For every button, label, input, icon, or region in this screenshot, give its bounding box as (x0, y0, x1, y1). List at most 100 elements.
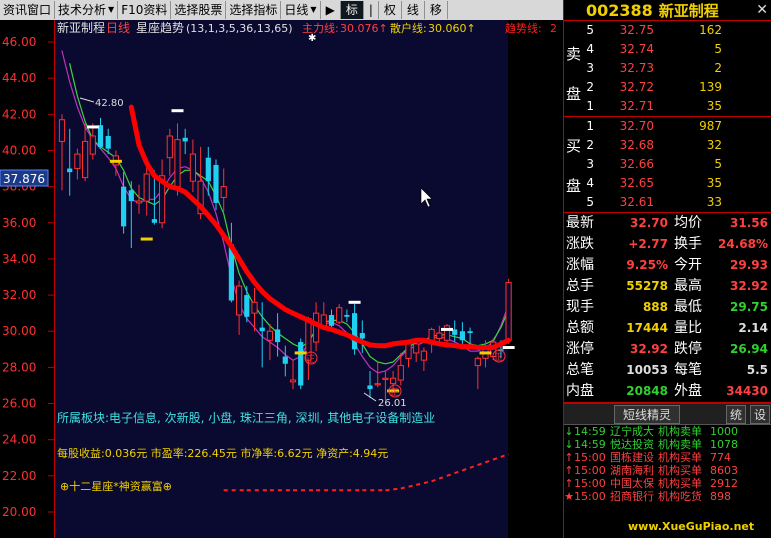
signal-mark (171, 109, 184, 113)
signal-mark (348, 300, 361, 304)
stat-value: 888 (642, 300, 668, 314)
short-line-item[interactable]: ↑ 15:00 国栋建设 机构买单 774 (564, 451, 771, 464)
y-tick-label: 22.00 (2, 469, 36, 483)
stat-label-2: 最低 (674, 299, 702, 315)
bid-volume: 33 (706, 195, 722, 209)
short-line-item[interactable]: ↑ 15:00 中国太保 机构买单 2912 (564, 477, 771, 490)
direction-icon: ★ (564, 490, 574, 503)
stat-value: 20848 (626, 384, 668, 398)
chevron-down-icon: ▼ (108, 5, 115, 14)
short-line-settings-button[interactable]: 设 (749, 404, 770, 424)
y-tick-label: 36.00 (2, 216, 36, 230)
short-line-item[interactable]: ↑ 15:00 湖南海利 机构买单 8603 (564, 464, 771, 477)
mark-button-label: 标 (345, 3, 358, 17)
y-tick-label: 44.00 (2, 71, 36, 85)
zheng-glyph: 正 (494, 353, 503, 363)
ask-row[interactable]: 3 32.73 2 (564, 59, 771, 78)
bid-price: 32.65 (619, 176, 654, 190)
item-volume: 8603 (710, 464, 738, 477)
stat-value-2: 26.94 (730, 342, 768, 356)
item-name: 湖南海利 (610, 464, 654, 477)
y-tick-label: 42.00 (2, 107, 36, 121)
toolbar-tech-analysis[interactable]: 技术分析 ▼ (55, 1, 119, 19)
toolbar-f10[interactable]: F10资料 (118, 1, 172, 19)
item-name: 悦达投资 (610, 438, 654, 451)
ask-row[interactable]: 5 32.75 162 (564, 21, 771, 40)
sell-side-label-2: 盘 (566, 85, 582, 103)
toolbar-period-select[interactable]: 日线 ▼ (281, 1, 321, 19)
ask-row[interactable]: 2 32.72 139 (564, 78, 771, 97)
bid-volume: 5 (714, 157, 722, 171)
stat-label: 涨跌 (566, 236, 594, 252)
item-volume: 1000 (710, 425, 738, 438)
short-line-item[interactable]: ↓ 14:59 辽宁成大 机构卖单 1000 (564, 425, 771, 438)
stat-value-2: 2.14 (738, 321, 768, 335)
current-price-value: 37.876 (3, 172, 45, 186)
stat-label-2: 跌停 (674, 341, 702, 357)
qushi-label: 趋势线: (505, 21, 542, 35)
rights-button[interactable]: 权 (379, 1, 402, 19)
buy-side-label-1: 买 (566, 137, 582, 155)
toolbar-select-indicator[interactable]: 选择指标 (226, 1, 282, 19)
stat-value-2: 31.56 (730, 216, 768, 230)
rights-button-label: 权 (383, 3, 396, 17)
stat-label-2: 今开 (674, 257, 702, 273)
direction-icon: ↓ (564, 425, 574, 438)
stat-label: 总笔 (566, 362, 594, 378)
high-mark-value: 42.80 (95, 98, 124, 109)
stat-label-2: 最高 (674, 278, 702, 294)
short-line-title[interactable]: 短线精灵 (614, 404, 681, 424)
stats-row: 现手 888 最低 29.75 (564, 297, 771, 318)
bid-level: 3 (586, 157, 594, 171)
stat-label-2: 每笔 (674, 362, 702, 378)
stat-value-2: 5.5 (746, 363, 768, 377)
bid-row[interactable]: 4 32.65 35 (564, 174, 771, 193)
signal-mark (140, 237, 153, 241)
kline-chart[interactable]: 46.0044.0042.0040.0038.0036.0034.0032.00… (0, 20, 563, 538)
stock-name: 新亚制程 (658, 1, 719, 20)
ask-volume: 2 (714, 61, 722, 75)
bid-row[interactable]: 3 32.66 5 (564, 155, 771, 174)
stat-value: 32.70 (630, 216, 668, 230)
stat-label: 涨停 (566, 341, 594, 357)
stat-label: 涨幅 (566, 257, 594, 273)
bid-row[interactable]: 1 32.70 987 (564, 117, 771, 136)
toolbar-f10-label: F10资料 (121, 3, 168, 17)
mark-button[interactable]: 标 (340, 1, 364, 19)
divider-button-label: | (368, 3, 373, 17)
ask-row[interactable]: 1 32.71 35 (564, 97, 771, 116)
stat-label-2: 换手 (674, 236, 702, 252)
signal-mark (109, 159, 122, 163)
bid-volume: 32 (706, 138, 722, 152)
y-tick-label: 28.00 (2, 360, 36, 374)
line-button[interactable]: 线 (402, 1, 425, 19)
item-name: 国栋建设 (610, 451, 654, 464)
short-line-item[interactable]: ★ 15:00 招商银行 机构吃货 898 (564, 490, 771, 503)
qushi-value: 2 (550, 22, 557, 35)
bid-row[interactable]: 5 32.61 33 (564, 193, 771, 212)
direction-icon: ↓ (564, 438, 574, 451)
toolbar-period-label: 日线 (284, 3, 309, 17)
short-line-header: 短线精灵 统 设 (564, 403, 771, 425)
short-line-stat-button[interactable]: 统 (725, 404, 746, 424)
stats-row: 内盘 20848 外盘 34430 (564, 381, 771, 403)
ask-price: 32.74 (619, 42, 654, 56)
zheng-glyph: 正 (390, 388, 399, 398)
stat-value: 17444 (626, 321, 668, 335)
toolbar-news-window[interactable]: 资讯窗口 (0, 1, 56, 19)
stat-value-2: 29.75 (730, 300, 768, 314)
move-button[interactable]: 移 (425, 1, 448, 19)
stats-row: 涨跌 +2.77 换手 24.68% (564, 234, 771, 255)
play-button[interactable]: ▶ (321, 1, 341, 19)
divider-button[interactable]: | (364, 1, 379, 19)
ask-row[interactable]: 4 32.74 5 (564, 40, 771, 59)
ask-price: 32.73 (619, 61, 654, 75)
stats-row: 总手 55278 最高 32.92 (564, 276, 771, 297)
close-icon[interactable]: ✕ (756, 2, 768, 18)
ask-level: 5 (586, 23, 594, 37)
stats-table: 最新 32.70 均价 31.56 涨跌 +2.77 换手 24.68% 涨幅 9.25% 今开 29… (564, 213, 771, 403)
bid-row[interactable]: 2 32.68 32 (564, 136, 771, 155)
toolbar-select-stock[interactable]: 选择股票 (171, 1, 227, 19)
chart-indicator-name: 星座趋势 (136, 20, 184, 35)
short-line-item[interactable]: ↓ 14:59 悦达投资 机构卖单 1078 (564, 438, 771, 451)
